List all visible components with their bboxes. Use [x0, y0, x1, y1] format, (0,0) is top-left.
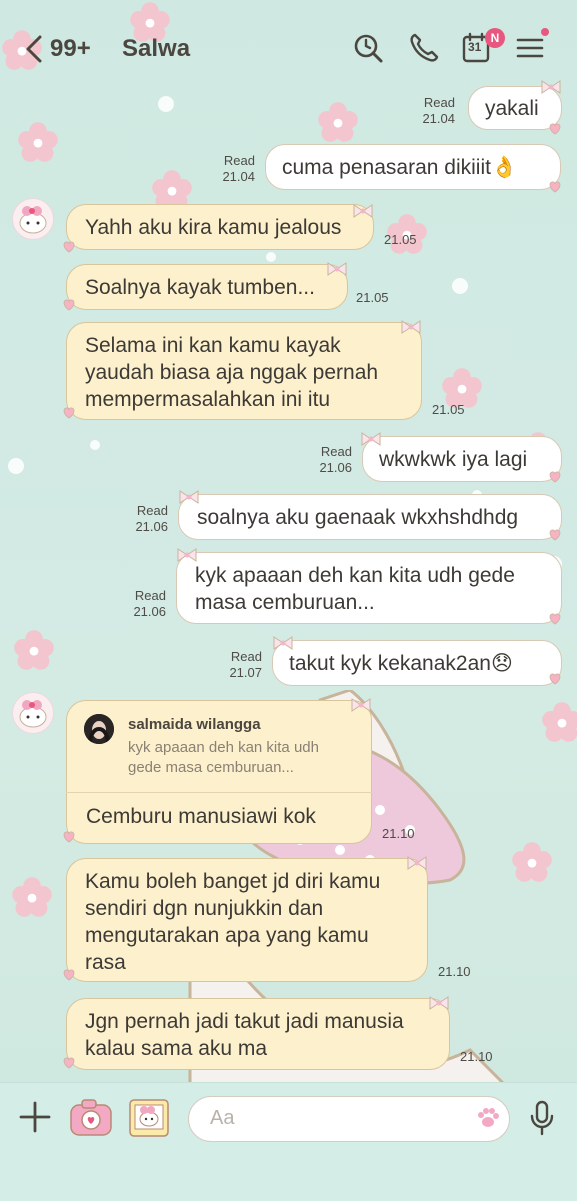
dot-decoration [266, 252, 276, 262]
flower-decoration [12, 877, 52, 917]
bow-decoration [351, 698, 371, 712]
contact-avatar[interactable] [12, 198, 54, 240]
chat-header: 99+ Salwa 31 N [0, 0, 577, 96]
bow-decoration [327, 262, 347, 276]
bow-decoration [179, 490, 199, 504]
heart-decoration [549, 123, 561, 135]
message-text: Cemburu manusiawi kok [86, 805, 316, 828]
heart-decoration [549, 181, 561, 193]
contact-avatar[interactable] [12, 692, 54, 734]
message-text: Yahh aku kira kamu jealous [85, 216, 342, 239]
read-receipt: Read 21.04 [222, 153, 255, 184]
bow-decoration [353, 204, 373, 218]
heart-decoration [63, 969, 75, 981]
kitty-icon [19, 700, 47, 728]
outgoing-message[interactable]: cuma penasaran dikiiit👌 [265, 144, 561, 190]
contact-name[interactable]: Salwa [122, 35, 190, 63]
heart-decoration [63, 1057, 75, 1069]
back-icon[interactable] [24, 34, 44, 64]
read-receipt: Read 21.04 [422, 95, 455, 126]
heart-decoration [549, 673, 561, 685]
message-time: 21.10 [460, 1049, 493, 1064]
flower-decoration [318, 102, 358, 142]
bow-decoration [429, 996, 449, 1010]
incoming-message[interactable]: Soalnya kayak tumben... [66, 264, 348, 310]
incoming-message[interactable]: Kamu boleh banget jd diri kamu sendiri d… [66, 858, 428, 982]
bow-decoration [401, 320, 421, 334]
calendar-day: 31 [468, 40, 482, 54]
quoted-user-name: salmaida wilangga [128, 716, 261, 733]
bow-decoration [361, 432, 381, 446]
heart-decoration [549, 529, 561, 541]
heart-decoration [549, 471, 561, 483]
incoming-message[interactable]: Jgn pernah jadi takut jadi manusia kalau… [66, 998, 450, 1070]
outgoing-message[interactable]: takut kyk kekanak2an😞 [272, 640, 562, 686]
message-text: Soalnya kayak tumben... [85, 276, 315, 299]
message-text: cuma penasaran dikiiit👌 [282, 156, 518, 179]
outgoing-message[interactable]: kyk apaaan deh kan kita udh gede masa ce… [176, 552, 562, 624]
flower-decoration [512, 842, 552, 882]
bow-decoration [541, 80, 561, 94]
calendar-badge: N [485, 28, 505, 48]
read-receipt: Read 21.06 [133, 588, 166, 619]
quoted-user-avatar [84, 714, 114, 744]
dot-decoration [90, 440, 100, 450]
bow-decoration [177, 548, 197, 562]
message-input-placeholder: Aa [210, 1107, 235, 1129]
heart-decoration [63, 831, 75, 843]
bow-decoration [273, 636, 293, 650]
read-receipt: Read 21.07 [229, 649, 262, 680]
read-receipt: Read 21.06 [319, 444, 352, 475]
incoming-message[interactable]: Yahh aku kira kamu jealous [66, 204, 374, 250]
message-text: kyk apaaan deh kan kita udh gede masa ce… [195, 564, 515, 614]
message-text: Selama ini kan kamu kayak yaudah biasa a… [85, 334, 379, 411]
heart-decoration [63, 407, 75, 419]
menu-notification-dot [541, 28, 549, 36]
outgoing-message[interactable]: wkwkwk iya lagi [362, 436, 562, 482]
message-text: wkwkwk iya lagi [379, 448, 528, 471]
flower-decoration [14, 630, 54, 670]
message-text: Kamu boleh banget jd diri kamu sendiri d… [85, 870, 381, 974]
message-time: 21.10 [438, 964, 471, 979]
bow-decoration [407, 856, 427, 870]
flower-decoration [18, 122, 58, 162]
dot-decoration [8, 458, 24, 474]
heart-decoration [63, 299, 75, 311]
message-text: takut kyk kekanak2an😞 [289, 652, 513, 675]
photo-icon[interactable] [126, 1094, 172, 1140]
dot-decoration [158, 96, 174, 112]
message-time: 21.05 [356, 290, 389, 305]
search-clock-icon[interactable] [352, 32, 384, 64]
message-text: soalnya aku gaenaak wkxhshdhdg [197, 506, 519, 529]
dot-decoration [452, 278, 468, 294]
paw-icon[interactable] [474, 1104, 502, 1132]
menu-icon[interactable] [514, 32, 546, 64]
camera-icon[interactable] [68, 1096, 114, 1138]
message-input[interactable] [188, 1096, 510, 1142]
message-time: 21.10 [382, 826, 415, 841]
message-text: yakali [485, 97, 539, 120]
outgoing-message[interactable]: soalnya aku gaenaak wkxhshdhdg [178, 494, 562, 540]
kitty-icon [19, 206, 47, 234]
quoted-text: kyk apaaan deh kan kita udh gede masa ce… [128, 739, 319, 776]
plus-icon[interactable] [18, 1100, 52, 1134]
heart-decoration [63, 241, 75, 253]
message-time: 21.05 [384, 232, 417, 247]
message-text: Jgn pernah jadi takut jadi manusia kalau… [85, 1010, 404, 1060]
unread-count[interactable]: 99+ [50, 35, 91, 63]
mic-icon[interactable] [528, 1100, 556, 1136]
phone-icon[interactable] [408, 32, 440, 64]
heart-decoration [549, 613, 561, 625]
flower-decoration [542, 702, 577, 742]
message-time: 21.05 [432, 402, 465, 417]
read-receipt: Read 21.06 [135, 503, 168, 534]
incoming-message[interactable]: Selama ini kan kamu kayak yaudah biasa a… [66, 322, 422, 420]
quoted-message[interactable]: salmaida wilangga kyk apaaan deh kan kit… [66, 700, 372, 793]
